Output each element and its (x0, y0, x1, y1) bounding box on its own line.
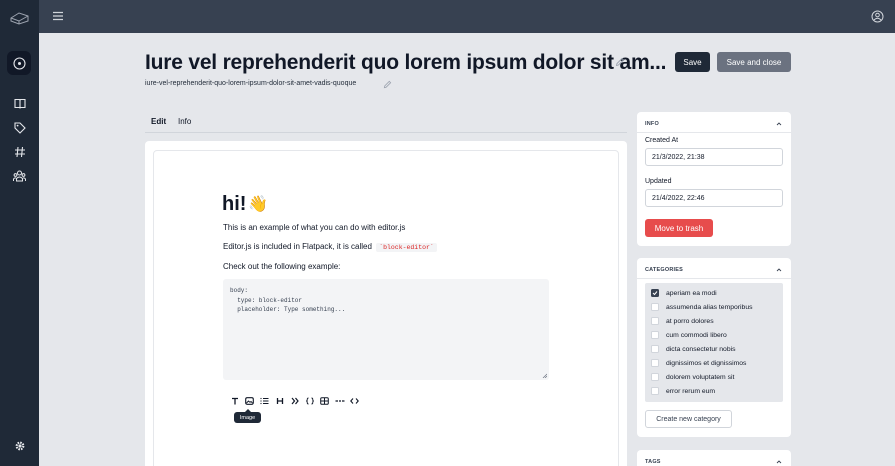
slug-pencil-icon[interactable] (383, 80, 392, 89)
create-category-button[interactable]: Create new category (645, 410, 732, 428)
category-label: at porro dolores (666, 317, 714, 325)
checkbox[interactable] (651, 331, 659, 339)
divider (637, 132, 791, 133)
paragraph-text: Editor.js is included in Flatpack, it is… (223, 242, 372, 251)
code-line: placeholder: Type something... (230, 306, 346, 313)
pencil-icon[interactable] (615, 57, 625, 67)
chevron-up-icon[interactable] (776, 459, 782, 465)
waving-hand-emoji: 👋 (248, 196, 268, 213)
check-icon (652, 291, 658, 296)
sidebar-item-settings[interactable] (10, 436, 29, 455)
table-icon[interactable] (319, 396, 330, 406)
new-entry-button[interactable] (7, 51, 31, 75)
code-braces-icon[interactable] (304, 396, 315, 406)
save-button[interactable]: Save (675, 52, 710, 72)
chevron-up-icon[interactable] (776, 267, 782, 273)
category-label: cum commodi libero (666, 331, 727, 339)
info-card: INFO Created At 21/3/2022, 21:38 Updated… (637, 112, 791, 246)
editor-heading[interactable]: hi! (222, 193, 246, 216)
category-list: aperiam ea modi assumenda alias temporib… (645, 283, 783, 402)
category-item[interactable]: cum commodi libero (651, 330, 727, 340)
list-icon[interactable] (259, 396, 270, 406)
info-card-heading: INFO (645, 121, 659, 127)
sidebar-item-collections[interactable] (10, 94, 29, 113)
sidebar-item-tags[interactable] (10, 142, 29, 161)
category-item[interactable]: error rerum eum (651, 386, 715, 396)
chevron-up-icon[interactable] (776, 121, 782, 127)
delimiter-icon[interactable] (334, 396, 345, 406)
category-item[interactable]: dicta consectetur nobis (651, 344, 736, 354)
updated-field[interactable]: 21/4/2022, 22:46 (645, 189, 783, 207)
editor-paragraph[interactable]: This is an example of what you can do wi… (223, 223, 405, 232)
created-at-label: Created At (645, 137, 679, 144)
tag-icon (13, 121, 26, 134)
users-icon (13, 170, 26, 181)
category-label: dignissimos et dignissimos (666, 359, 747, 367)
category-label: aperiam ea modi (666, 289, 717, 297)
block-toolbar (229, 396, 364, 406)
sidebar-item-users[interactable] (10, 166, 29, 185)
code-line: body: (230, 287, 249, 294)
code-block[interactable]: body: type: block-editor placeholder: Ty… (223, 279, 549, 380)
book-icon (13, 98, 26, 109)
category-label: error rerum eum (666, 387, 716, 395)
page-slug: iure-vel-reprehenderit-quo-lorem-ipsum-d… (145, 80, 357, 87)
text-icon[interactable] (229, 396, 240, 406)
categories-card: CATEGORIES aperiam ea modi assumenda ali… (637, 258, 791, 437)
category-label: dolorem voluptatem sit (666, 373, 735, 381)
top-bar (39, 0, 895, 33)
category-item[interactable]: at porro dolores (651, 316, 714, 326)
category-label: assumenda alias temporibus (666, 303, 753, 311)
category-item[interactable]: aperiam ea modi (651, 288, 717, 298)
logo-icon[interactable] (9, 10, 30, 26)
checkbox[interactable] (651, 317, 659, 325)
hash-icon (14, 146, 25, 157)
page-title: Iure vel reprehenderit quo lorem ipsum d… (145, 51, 667, 74)
checkbox[interactable] (651, 359, 659, 367)
tab-bar: Edit Info (145, 112, 627, 133)
image-tooltip: Image (234, 409, 261, 423)
divider (637, 278, 791, 279)
tags-card: TAGS (637, 450, 791, 466)
move-to-trash-button[interactable]: Move to trash (645, 219, 713, 237)
editor-paragraph[interactable]: Editor.js is included in Flatpack, it is… (223, 242, 437, 252)
sidebar (0, 0, 39, 466)
code-line: type: block-editor (230, 296, 303, 304)
editor-paragraph[interactable]: Check out the following example: (223, 262, 340, 271)
inline-code: `block-editor` (376, 243, 437, 252)
plus-circle-icon (12, 56, 26, 70)
category-label: dicta consectetur nobis (666, 345, 736, 353)
gear-icon (15, 441, 24, 450)
hamburger-icon[interactable] (52, 10, 64, 22)
category-item[interactable]: dignissimos et dignissimos (651, 358, 746, 368)
raw-html-icon[interactable] (349, 396, 360, 406)
category-item[interactable]: assumenda alias temporibus (651, 302, 753, 312)
heading-icon[interactable] (274, 396, 285, 406)
category-item[interactable]: dolorem voluptatem sit (651, 372, 734, 382)
sidebar-item-categories[interactable] (10, 118, 29, 137)
checkbox[interactable] (651, 387, 659, 395)
created-at-field[interactable]: 21/3/2022, 21:38 (645, 148, 783, 166)
categories-card-heading: CATEGORIES (645, 267, 683, 273)
tab-info[interactable]: Info (178, 117, 191, 126)
checkbox[interactable] (651, 345, 659, 353)
checkbox[interactable] (651, 303, 659, 311)
image-icon[interactable] (244, 396, 255, 406)
save-and-close-button[interactable]: Save and close (717, 52, 791, 72)
quote-icon[interactable] (289, 396, 300, 406)
updated-label: Updated (645, 178, 672, 185)
account-icon[interactable] (871, 10, 884, 23)
resize-handle-icon[interactable] (542, 373, 547, 378)
checkbox-checked[interactable] (651, 289, 659, 297)
tags-card-heading: TAGS (645, 459, 661, 465)
tab-edit[interactable]: Edit (151, 117, 166, 126)
checkbox[interactable] (651, 373, 659, 381)
